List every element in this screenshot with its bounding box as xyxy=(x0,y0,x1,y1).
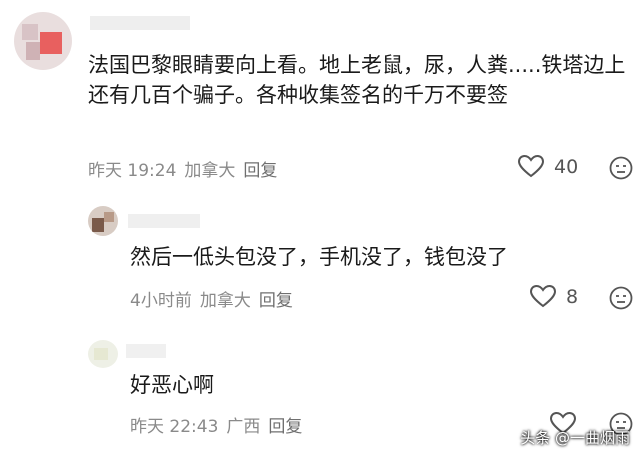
comment-meta: 昨天 19:24 加拿大 回复 xyxy=(88,156,285,181)
comment-time: 4小时前 xyxy=(130,291,192,311)
avatar-pixel xyxy=(22,24,38,40)
reply-button[interactable]: 回复 xyxy=(268,417,302,437)
username-blurred[interactable] xyxy=(90,16,190,30)
comment-2: 然后一低头包没了，手机没了，钱包没了 4小时前 加拿大 回复 8 xyxy=(0,190,640,320)
like-count: 40 xyxy=(554,155,579,178)
avatar-pixel xyxy=(40,32,62,54)
heart-outline-icon xyxy=(530,285,556,308)
reply-button[interactable]: 回复 xyxy=(259,291,293,311)
dislike-button[interactable] xyxy=(609,156,633,180)
dislike-button[interactable] xyxy=(609,286,633,310)
username-blurred[interactable] xyxy=(126,344,166,358)
like-button[interactable]: 8 xyxy=(530,285,578,308)
comment-text: 好恶心啊 xyxy=(130,373,214,397)
comment-location: 广西 xyxy=(226,417,261,437)
avatar-pixel xyxy=(26,42,40,60)
source-watermark: 头条 @一曲烟雨 xyxy=(520,429,630,447)
avatar-pixel xyxy=(94,348,108,360)
comment-text: 然后一低头包没了，手机没了，钱包没了 xyxy=(130,245,508,269)
frown-face-icon xyxy=(609,156,633,180)
username-blurred[interactable] xyxy=(128,214,200,228)
comment-1: 法国巴黎眼睛要向上看。地上老鼠，尿，人粪.....铁塔边上还有几百个骗子。各种收… xyxy=(0,0,640,190)
avatar[interactable] xyxy=(14,12,72,70)
frown-face-icon xyxy=(609,286,633,310)
comment-meta: 4小时前 加拿大 回复 xyxy=(130,286,301,311)
like-count: 8 xyxy=(566,285,579,308)
comment-text: 法国巴黎眼睛要向上看。地上老鼠，尿，人粪.....铁塔边上还有几百个骗子。各种收… xyxy=(88,53,626,107)
like-button[interactable]: 40 xyxy=(518,155,578,178)
avatar[interactable] xyxy=(88,206,118,236)
avatar-pixel xyxy=(104,212,114,222)
avatar-pixel xyxy=(92,218,104,232)
comment-location: 加拿大 xyxy=(199,291,251,311)
comment-time: 昨天 19:24 xyxy=(88,161,177,181)
comment-time: 昨天 22:43 xyxy=(130,417,219,437)
comment-location: 加拿大 xyxy=(184,161,236,181)
comment-meta: 昨天 22:43 广西 回复 xyxy=(130,412,310,437)
avatar[interactable] xyxy=(88,340,118,368)
reply-button[interactable]: 回复 xyxy=(243,161,277,181)
heart-outline-icon xyxy=(518,155,544,178)
